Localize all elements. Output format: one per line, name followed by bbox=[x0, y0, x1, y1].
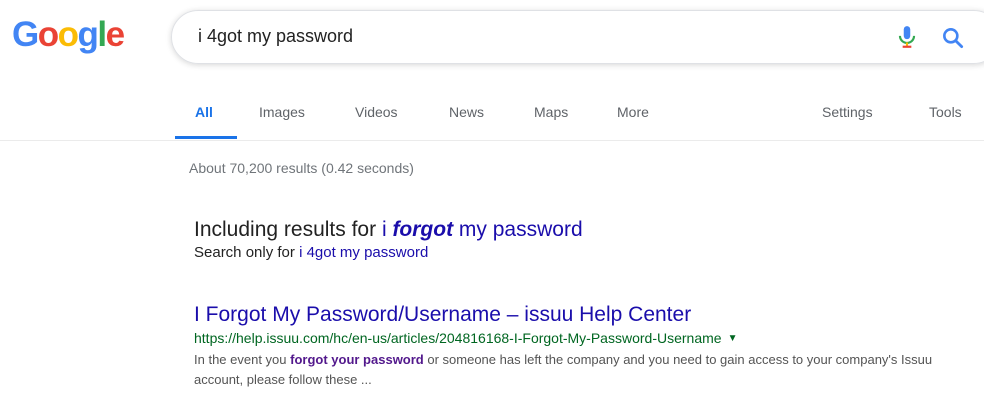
result-title-link[interactable]: I Forgot My Password/Username – issuu He… bbox=[194, 302, 954, 328]
search-icon[interactable] bbox=[940, 25, 966, 51]
tab-maps[interactable]: Maps bbox=[534, 104, 568, 120]
tab-videos[interactable]: Videos bbox=[355, 104, 398, 120]
tab-images[interactable]: Images bbox=[259, 104, 305, 120]
tab-tools[interactable]: Tools bbox=[929, 104, 962, 120]
result-stats: About 70,200 results (0.42 seconds) bbox=[189, 160, 414, 176]
search-tabs: All Images Videos News Maps More Setting… bbox=[0, 100, 984, 140]
corrected-word[interactable]: forgot bbox=[392, 218, 453, 241]
tab-more[interactable]: More bbox=[617, 104, 649, 120]
search-box[interactable]: i 4got my password bbox=[171, 10, 984, 64]
chevron-down-icon[interactable]: ▼ bbox=[728, 333, 738, 344]
search-result: I Forgot My Password/Username – issuu He… bbox=[194, 302, 954, 390]
logo-letter: g bbox=[77, 15, 99, 54]
spelling-correction: Including results for i forgot my passwo… bbox=[194, 218, 583, 261]
tabs-divider bbox=[0, 140, 984, 141]
active-tab-indicator bbox=[175, 136, 237, 139]
logo-letter: G bbox=[12, 15, 39, 54]
logo-letter: l bbox=[97, 15, 107, 54]
tab-news[interactable]: News bbox=[449, 104, 484, 120]
original-query-link[interactable]: i 4got my password bbox=[299, 244, 428, 261]
result-url: https://help.issuu.com/hc/en-us/articles… bbox=[194, 330, 954, 346]
logo-letter: o bbox=[37, 15, 59, 54]
corrected-query-part[interactable]: i bbox=[382, 218, 393, 241]
result-url-text: https://help.issuu.com/hc/en-us/articles… bbox=[194, 330, 722, 346]
result-snippet: In the event you forgot your password or… bbox=[194, 350, 954, 390]
logo-letter: o bbox=[57, 15, 79, 54]
snippet-highlight: forgot your password bbox=[290, 352, 424, 367]
search-only-line: Search only for i 4got my password bbox=[194, 244, 583, 261]
including-label: Including results for bbox=[194, 218, 382, 241]
tab-settings[interactable]: Settings bbox=[822, 104, 873, 120]
search-input[interactable]: i 4got my password bbox=[198, 26, 353, 47]
microphone-icon[interactable] bbox=[894, 24, 920, 50]
snippet-text: In the event you bbox=[194, 352, 291, 367]
google-logo[interactable]: Google bbox=[12, 15, 125, 54]
logo-letter: e bbox=[105, 15, 125, 54]
search-only-label: Search only for bbox=[194, 244, 300, 261]
including-results-line: Including results for i forgot my passwo… bbox=[194, 218, 583, 242]
corrected-query-part[interactable]: my password bbox=[453, 218, 583, 241]
tab-all[interactable]: All bbox=[195, 104, 213, 120]
